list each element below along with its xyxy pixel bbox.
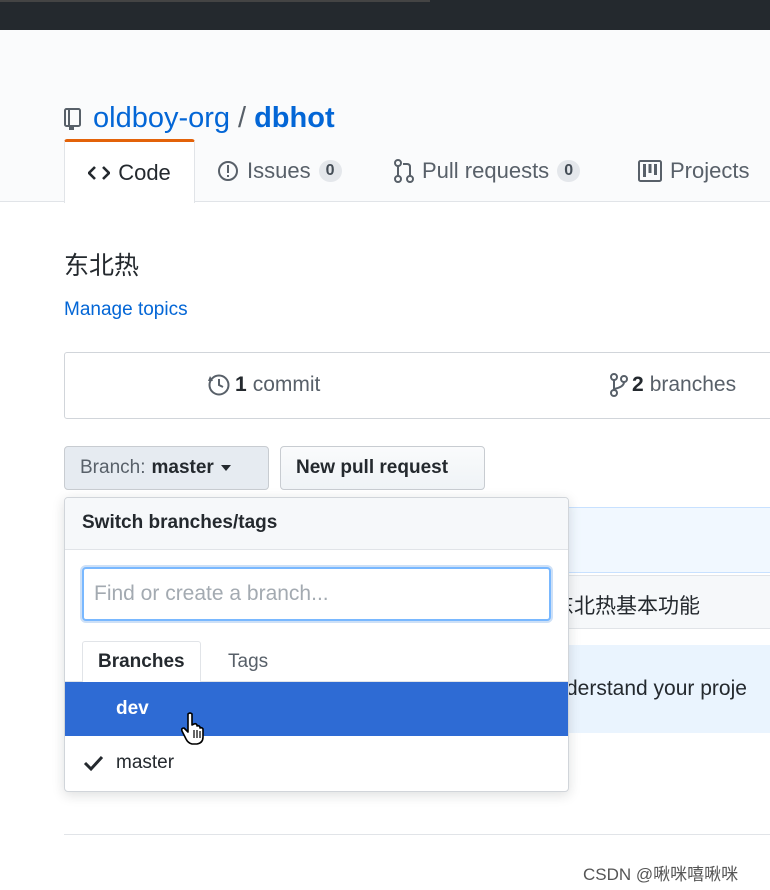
dropdown-tabs: Branches Tags	[65, 638, 568, 683]
tab-pull-requests[interactable]: Pull requests 0	[394, 139, 581, 202]
commits-count: 1	[235, 373, 247, 396]
branch-item-master[interactable]: master	[65, 736, 568, 790]
tab-code-label: Code	[118, 159, 171, 185]
issues-counter: 0	[318, 159, 342, 182]
tab-projects-label: Projects	[670, 157, 750, 183]
commits-label: commit	[252, 373, 321, 396]
repo-description: 东北热	[64, 252, 140, 280]
branch-select-prefix: Branch:	[80, 457, 146, 478]
tab-tags[interactable]: Tags	[213, 641, 283, 683]
tab-branches[interactable]: Branches	[82, 641, 201, 683]
background-commit-message: 东北热基本功能	[553, 595, 700, 618]
repo-title: oldboy-org / dbhot	[93, 102, 335, 135]
project-icon	[638, 159, 662, 182]
branch-item-label: master	[116, 752, 175, 773]
git-branch-icon	[610, 373, 628, 397]
watermark: CSDN @啾咪嘻啾咪	[583, 865, 739, 884]
background-banner	[560, 507, 770, 573]
tab-issues-label: Issues	[247, 157, 311, 183]
branch-item-label: dev	[116, 698, 149, 719]
branch-select-value: master	[151, 457, 214, 478]
pull-requests-counter: 0	[557, 159, 581, 182]
manage-topics-link[interactable]: Manage topics	[64, 299, 188, 321]
history-icon	[208, 374, 230, 396]
divider	[64, 834, 770, 835]
git-pull-request-icon	[394, 158, 414, 183]
branches-label: branches	[649, 373, 737, 396]
dropdown-title: Switch branches/tags	[65, 498, 568, 550]
repo-icon	[64, 108, 81, 130]
top-bar-stripe	[0, 0, 430, 2]
branch-dropdown-menu: Switch branches/tags Branches Tags dev m…	[64, 497, 569, 792]
new-pull-request-button[interactable]: New pull request	[280, 446, 485, 490]
branches-count: 2	[632, 373, 644, 396]
repo-name-link[interactable]: dbhot	[254, 102, 335, 134]
branch-select-button[interactable]: Branch: master	[64, 446, 269, 490]
branches-stat[interactable]: 2 branches	[610, 373, 736, 397]
repo-header: oldboy-org / dbhot Code Issues 0 Pull requ…	[0, 30, 770, 203]
issue-opened-icon	[218, 160, 238, 181]
code-icon	[88, 165, 111, 180]
check-icon	[83, 755, 104, 772]
dropdown-filter	[65, 550, 568, 638]
hand-pointer-icon	[180, 712, 204, 745]
branch-item-dev[interactable]: dev	[65, 682, 568, 736]
background-readme-text: derstand your proje	[566, 677, 747, 700]
tab-pull-requests-label: Pull requests	[422, 157, 550, 183]
top-bar	[0, 0, 770, 30]
repo-owner-link[interactable]: oldboy-org	[93, 102, 230, 134]
commits-stat[interactable]: 1 commit	[207, 373, 320, 397]
tab-projects[interactable]: Projects	[638, 139, 749, 202]
tab-issues[interactable]: Issues 0	[217, 139, 342, 202]
tab-code[interactable]: Code	[64, 139, 195, 203]
caret-down-icon	[220, 465, 231, 471]
repo-title-separator: /	[238, 102, 247, 134]
branch-filter-input[interactable]	[82, 567, 551, 621]
numbers-summary: 1 commit 2 branches	[64, 352, 770, 419]
